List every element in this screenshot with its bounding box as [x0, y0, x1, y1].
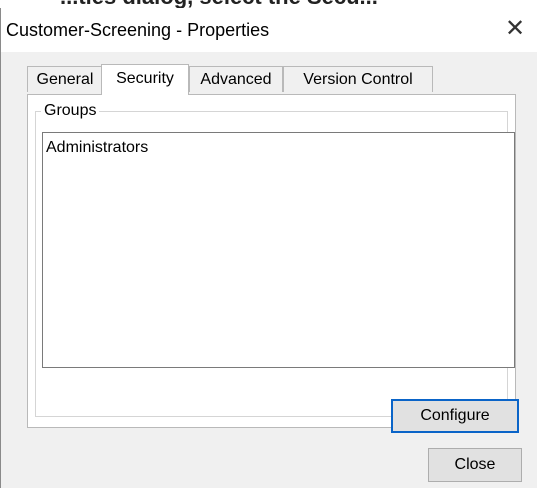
cropped-caption-text: ...ties dialog, select the Secu...	[60, 0, 537, 8]
security-tab-panel: Groups Administrators Configure	[27, 94, 519, 433]
tab-security[interactable]: Security	[101, 64, 189, 95]
close-icon[interactable]: ✕	[502, 16, 528, 42]
groups-label: Groups	[41, 101, 100, 121]
title-bar: Customer-Screening - Properties ✕	[1, 8, 537, 52]
tab-version-control[interactable]: Version Control	[283, 66, 433, 92]
properties-dialog: Customer-Screening - Properties ✕ Genera…	[0, 8, 537, 488]
groups-groupbox: Groups Administrators Configure	[35, 101, 519, 433]
configure-button[interactable]: Configure	[391, 399, 519, 433]
list-item[interactable]: Administrators	[46, 139, 148, 157]
window-title: Customer-Screening - Properties	[6, 20, 270, 40]
groups-listbox[interactable]: Administrators	[42, 132, 515, 368]
tab-advanced[interactable]: Advanced	[189, 66, 283, 92]
close-button[interactable]: Close	[428, 448, 522, 482]
tab-general[interactable]: General	[27, 66, 103, 92]
page: ...ties dialog, select the Secu... Custo…	[0, 0, 537, 488]
